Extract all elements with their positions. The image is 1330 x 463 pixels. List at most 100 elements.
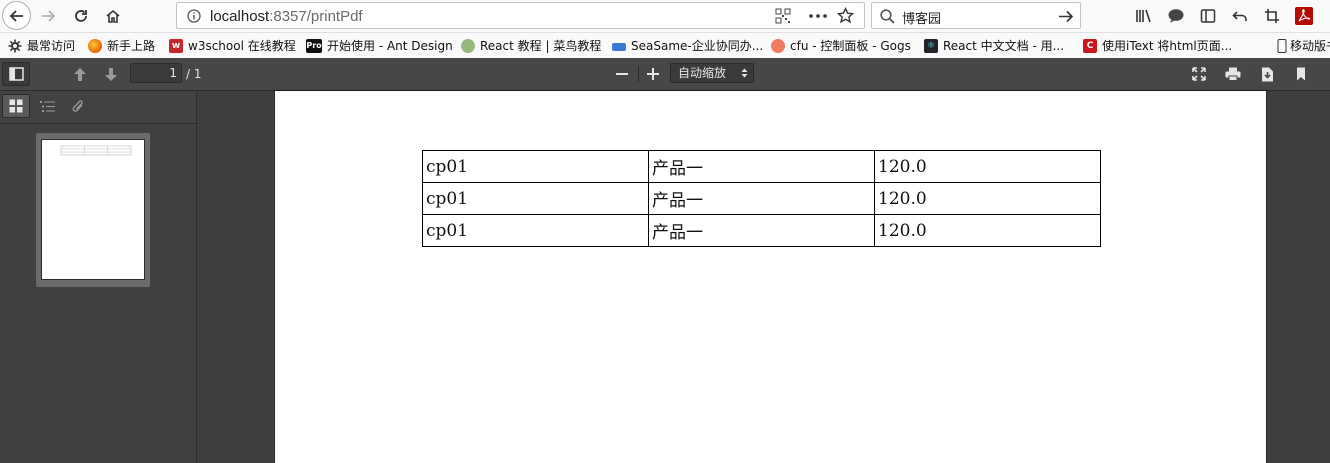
page-thumbnail[interactable] <box>36 133 150 287</box>
bookmark-label: w3school 在线教程 <box>188 39 296 53</box>
presentation-mode-button[interactable] <box>1185 62 1213 86</box>
search-icon <box>880 9 895 24</box>
pdf-viewer-container[interactable]: cp01 产品一 120.0 cp01 产品一 120.0 cp01 产品一 1… <box>197 91 1330 463</box>
url-bar[interactable]: localhost:8357/printPdf <box>176 2 865 29</box>
bookmark-star-icon[interactable] <box>837 7 854 24</box>
runoob-icon <box>461 38 475 53</box>
acrobat-button[interactable] <box>1294 6 1314 26</box>
fullscreen-icon <box>1192 67 1206 81</box>
pdf-sidebar <box>0 91 197 463</box>
table-cell-code: cp01 <box>422 150 649 183</box>
table-cell-name: 产品一 <box>648 182 875 215</box>
bookmark-react-docs[interactable]: ⚛ React 中文文档 - 用... <box>924 37 1064 54</box>
bookmark-label: React 中文文档 - 用... <box>943 39 1065 53</box>
minus-icon <box>616 73 628 75</box>
table-cell-code: cp01 <box>422 214 649 247</box>
chat-bubble-icon <box>1168 9 1184 23</box>
pro-icon: Pro <box>306 38 322 53</box>
bookmark-seasame[interactable]: SeaSame-企业协同办... <box>612 37 763 54</box>
bookmark-label: React 教程 | 菜鸟教程 <box>480 39 602 53</box>
mobile-icon <box>1277 38 1287 53</box>
crop-icon <box>1265 9 1279 23</box>
qr-code-icon[interactable] <box>775 8 791 24</box>
arrow-up-icon <box>74 67 86 81</box>
url-text[interactable]: localhost:8357/printPdf <box>210 8 363 25</box>
bookmark-gogs[interactable]: cfu - 控制面板 - Gogs <box>771 37 911 54</box>
table-cell-code: cp01 <box>422 182 649 215</box>
bookmark-getting-started[interactable]: 新手上路 <box>88 37 155 54</box>
zoom-in-button[interactable] <box>639 62 667 86</box>
sidebar-toggle-icon <box>8 67 24 81</box>
bookmark-button[interactable] <box>1287 62 1315 86</box>
bookmark-label: 使用iText 将html页面... <box>1102 39 1233 53</box>
tab-thumbnails[interactable] <box>2 94 30 118</box>
thumbnail-grid-icon <box>9 99 23 113</box>
forward-arrow-icon <box>42 10 56 22</box>
chat-button[interactable] <box>1166 6 1186 26</box>
undo-button[interactable] <box>1230 6 1250 26</box>
pdf-page: cp01 产品一 120.0 cp01 产品一 120.0 cp01 产品一 1… <box>275 91 1266 463</box>
printer-icon <box>1225 67 1241 81</box>
table-cell-price: 120.0 <box>874 150 1101 183</box>
table-cell-price: 120.0 <box>874 182 1101 215</box>
toggle-sidebar-button[interactable] <box>2 62 30 86</box>
zoom-select-value: 自动缩放 <box>678 66 727 80</box>
back-button[interactable] <box>2 1 31 30</box>
zoom-out-button[interactable] <box>608 62 636 86</box>
download-button[interactable] <box>1253 62 1281 86</box>
print-button[interactable] <box>1219 62 1247 86</box>
outline-list-icon <box>39 100 55 112</box>
search-go-icon[interactable] <box>1058 9 1074 24</box>
bookmark-label: 开始使用 - Ant Design <box>327 39 453 53</box>
sidebar-toggle-button[interactable] <box>1198 6 1218 26</box>
sidebar-tabs <box>0 91 196 124</box>
react-icon: ⚛ <box>924 38 938 53</box>
home-button[interactable] <box>98 1 128 31</box>
bookmark-ant-design[interactable]: Pro 开始使用 - Ant Design <box>306 37 453 54</box>
zoom-select[interactable]: 自动缩放 <box>670 63 754 83</box>
navigation-bar: localhost:8357/printPdf 博客园 <box>0 0 1330 33</box>
tab-attachments[interactable] <box>64 94 92 118</box>
previous-page-button[interactable] <box>66 62 94 86</box>
sidebar-icon <box>1200 9 1216 23</box>
plus-icon <box>647 68 659 80</box>
bookmark-most-visited[interactable]: 最常访问 <box>8 37 75 54</box>
page-count-label: / 1 <box>186 67 202 81</box>
site-info-icon[interactable] <box>187 9 201 23</box>
bookmark-itext[interactable]: C 使用iText 将html页面... <box>1083 37 1232 54</box>
reload-icon <box>75 10 87 22</box>
page-number-input[interactable]: 1 <box>130 63 182 83</box>
next-page-button[interactable] <box>97 62 125 86</box>
crop-button[interactable] <box>1262 6 1282 26</box>
bookmark-w3school[interactable]: w w3school 在线教程 <box>169 37 296 54</box>
thumbnail-page-1 <box>41 139 145 280</box>
search-input[interactable]: 博客园 <box>902 8 941 27</box>
firefox-icon <box>88 38 102 53</box>
table-row: cp01 产品一 120.0 <box>422 214 1101 247</box>
bookmark-runoob-react[interactable]: React 教程 | 菜鸟教程 <box>461 37 601 54</box>
page-actions-icon[interactable] <box>809 14 827 18</box>
bookmark-label: 最常访问 <box>27 39 76 53</box>
select-arrows-icon <box>741 68 748 78</box>
bookmark-mobile[interactable]: 移动版书 <box>1277 37 1330 54</box>
pdf-toolbar: 1 / 1 自动缩放 <box>0 58 1330 91</box>
bookmark-icon <box>1297 67 1305 81</box>
search-bar[interactable]: 博客园 <box>871 2 1081 29</box>
library-button[interactable] <box>1134 6 1154 26</box>
gear-icon <box>8 39 22 52</box>
table-row: cp01 产品一 120.0 <box>422 150 1101 183</box>
home-icon <box>106 9 120 23</box>
url-path: :8357/printPdf <box>269 8 363 25</box>
bookmark-label: 新手上路 <box>107 39 156 53</box>
forward-button[interactable] <box>33 1 63 31</box>
tab-outline[interactable] <box>33 94 61 118</box>
table-cell-name: 产品一 <box>648 150 875 183</box>
gogs-icon <box>771 38 785 53</box>
bookmark-label: cfu - 控制面板 - Gogs <box>790 39 911 53</box>
undo-icon <box>1232 11 1247 21</box>
reload-button[interactable] <box>66 1 96 31</box>
seasame-icon <box>612 43 626 51</box>
acrobat-icon <box>1295 7 1313 25</box>
back-arrow-icon <box>9 9 23 22</box>
arrow-down-icon <box>105 67 117 81</box>
